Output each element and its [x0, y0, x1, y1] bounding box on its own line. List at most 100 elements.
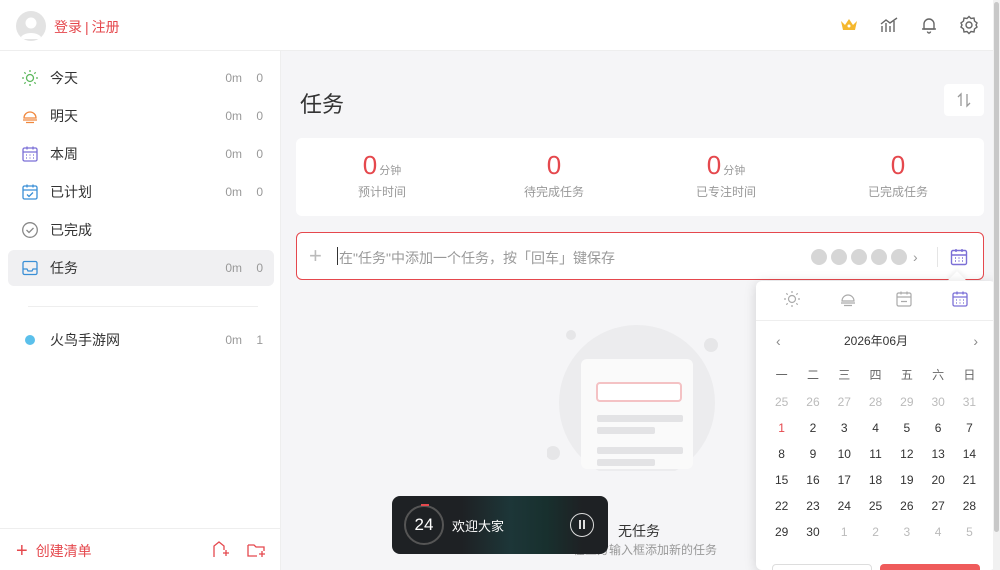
- chevron-right-icon[interactable]: ›: [973, 321, 978, 361]
- add-folder-icon[interactable]: [210, 540, 230, 563]
- sort-button[interactable]: [944, 84, 984, 116]
- calendar-day[interactable]: 6: [922, 415, 953, 441]
- calendar-day[interactable]: 30: [922, 389, 953, 415]
- calendar-day[interactable]: 28: [954, 493, 985, 519]
- calendar-day[interactable]: 3: [891, 519, 922, 545]
- login-link[interactable]: 登录: [54, 19, 82, 35]
- calendar-day[interactable]: 8: [766, 441, 797, 467]
- calendar-day[interactable]: 14: [954, 441, 985, 467]
- scrollbar[interactable]: [993, 0, 1000, 570]
- calendar-day[interactable]: 15: [766, 467, 797, 493]
- sort-icon: [957, 92, 971, 108]
- create-list-button[interactable]: + 创建清单: [16, 541, 92, 561]
- focus-player[interactable]: 24 欢迎大家: [392, 496, 608, 554]
- calendar-day[interactable]: 17: [829, 467, 860, 493]
- planned-shortcut-icon[interactable]: [895, 290, 913, 311]
- sidebar-item-planned[interactable]: 已计划 0m 0: [8, 174, 274, 210]
- calendar-day[interactable]: 11: [860, 441, 891, 467]
- crown-icon[interactable]: [839, 15, 859, 35]
- sidebar-item-week[interactable]: 本周 0m 0: [8, 136, 274, 172]
- weekday-label: 三: [838, 368, 851, 382]
- calendar-day[interactable]: 22: [766, 493, 797, 519]
- calendar-day[interactable]: 9: [797, 441, 828, 467]
- stats-icon[interactable]: [879, 15, 899, 35]
- calendar-day[interactable]: 29: [766, 519, 797, 545]
- calendar-day[interactable]: 29: [891, 389, 922, 415]
- pomodoro-icon[interactable]: [871, 249, 887, 265]
- input-divider: [937, 247, 938, 267]
- scrollbar-thumb[interactable]: [994, 2, 999, 532]
- sidebar-item-today[interactable]: 今天 0m 0: [8, 60, 274, 96]
- calendar-day[interactable]: 5: [891, 415, 922, 441]
- calendar-cancel-button[interactable]: [772, 564, 872, 570]
- calendar-day[interactable]: 30: [797, 519, 828, 545]
- calendar-day[interactable]: 5: [954, 519, 985, 545]
- sunset-icon: [20, 106, 40, 126]
- calendar-day[interactable]: 18: [860, 467, 891, 493]
- sidebar-list-item[interactable]: 火鸟手游网 0m 1: [8, 322, 274, 358]
- sidebar-item-label: 明天: [50, 108, 78, 124]
- pomodoro-estimate[interactable]: ›: [811, 249, 923, 265]
- sidebar-item-tomorrow[interactable]: 明天 0m 0: [8, 98, 274, 134]
- avatar[interactable]: [16, 11, 46, 41]
- tomorrow-shortcut-icon[interactable]: [839, 290, 857, 311]
- pomodoro-icon[interactable]: [851, 249, 867, 265]
- calendar-day[interactable]: 27: [829, 389, 860, 415]
- stat-unit: 分钟: [379, 165, 402, 177]
- pomodoro-icon[interactable]: [811, 249, 827, 265]
- sidebar-item-completed[interactable]: 已完成: [8, 212, 274, 248]
- player-title: 欢迎大家: [452, 519, 505, 534]
- calendar-footer: [772, 564, 980, 570]
- calendar-confirm-button[interactable]: [880, 564, 980, 570]
- calendar-day[interactable]: 1: [829, 519, 860, 545]
- calendar-day[interactable]: 12: [891, 441, 922, 467]
- pomodoro-icon[interactable]: [831, 249, 847, 265]
- calendar-month: 2026年06月: [843, 334, 909, 348]
- sidebar-item-time: 0m: [225, 261, 242, 275]
- check-circle-icon: [20, 220, 40, 240]
- calendar-day[interactable]: 7: [954, 415, 985, 441]
- calendar-day[interactable]: 4: [922, 519, 953, 545]
- pomodoro-icon[interactable]: [891, 249, 907, 265]
- calendar-day[interactable]: 19: [891, 467, 922, 493]
- add-task-input[interactable]: + 在"任务"中添加一个任务，按「回车」键保存 ›: [296, 232, 984, 280]
- calendar-day[interactable]: 1: [766, 415, 797, 441]
- create-list-label: 创建清单: [35, 543, 92, 559]
- calendar-day[interactable]: 25: [860, 493, 891, 519]
- calendar-day[interactable]: 21: [954, 467, 985, 493]
- calendar-day[interactable]: 23: [797, 493, 828, 519]
- date-picker-popup: ‹ 2026年06月 › 一二三四五六日 25 26 27 28 29 30 31 1 2 3 4 5 6…: [756, 281, 996, 570]
- calendar-day[interactable]: 27: [922, 493, 953, 519]
- weekday-label: 六: [932, 368, 945, 382]
- calendar-day[interactable]: 31: [954, 389, 985, 415]
- today-shortcut-icon[interactable]: [783, 290, 801, 311]
- custom-date-shortcut-icon[interactable]: [951, 290, 969, 311]
- calendar-day[interactable]: 16: [797, 467, 828, 493]
- calendar-day[interactable]: 3: [829, 415, 860, 441]
- calendar-day[interactable]: 10: [829, 441, 860, 467]
- calendar-day[interactable]: 26: [797, 389, 828, 415]
- calendar-day[interactable]: 2: [797, 415, 828, 441]
- weekday-label: 一: [775, 368, 788, 382]
- sidebar-item-label: 火鸟手游网: [50, 332, 120, 348]
- settings-icon[interactable]: [959, 15, 979, 35]
- register-link[interactable]: 注册: [92, 19, 120, 35]
- calendar-day[interactable]: 26: [891, 493, 922, 519]
- chevron-right-icon[interactable]: ›: [913, 249, 923, 265]
- calendar-day[interactable]: 28: [860, 389, 891, 415]
- chevron-left-icon[interactable]: ‹: [776, 321, 781, 361]
- calendar-grid: 一二三四五六日 25 26 27 28 29 30 31 1 2 3 4 5 6 7 8 9 10 11 12 13 14…: [756, 361, 996, 545]
- sidebar-item-tasks[interactable]: 任务 0m 0: [8, 250, 274, 286]
- bell-icon[interactable]: [919, 15, 939, 35]
- pause-icon[interactable]: [570, 513, 594, 537]
- sidebar-item-time: 0m: [225, 185, 242, 199]
- calendar-day[interactable]: 13: [922, 441, 953, 467]
- calendar-day[interactable]: 20: [922, 467, 953, 493]
- calendar-day[interactable]: 4: [860, 415, 891, 441]
- sidebar-footer: + 创建清单: [0, 528, 280, 570]
- calendar-day[interactable]: 25: [766, 389, 797, 415]
- calendar-icon[interactable]: [949, 247, 969, 270]
- calendar-day[interactable]: 2: [860, 519, 891, 545]
- new-folder-icon[interactable]: [246, 540, 266, 563]
- calendar-day[interactable]: 24: [829, 493, 860, 519]
